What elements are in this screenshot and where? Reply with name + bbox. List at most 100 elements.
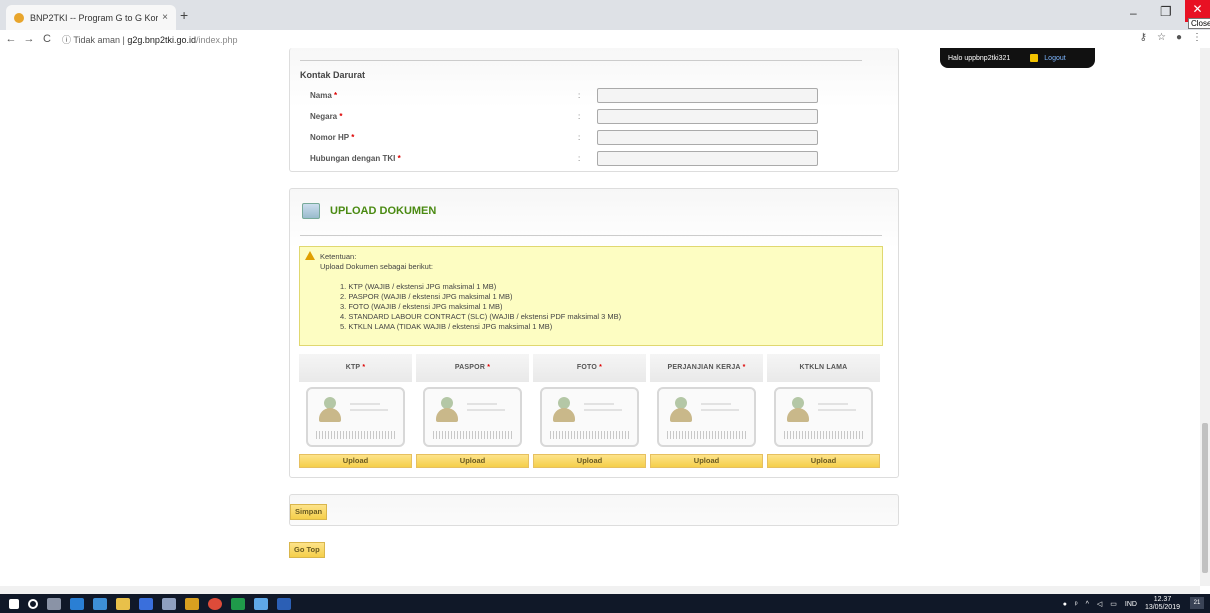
windows-start-icon[interactable] [9,598,19,609]
upload-ktp-button[interactable]: Upload [299,454,412,468]
new-tab-button[interactable]: + [180,7,188,23]
rule-item: 4. STANDARD LABOUR CONTRACT (SLC) (WAJIB… [340,312,622,321]
forward-arrow-icon[interactable]: → [22,33,36,45]
notice-title: Ketentuan: [320,252,357,261]
address-bar: ← → C ⓘ Tidak aman | g2g.bnp2tki.go.id/i… [0,30,1210,48]
column-header: PASPOR * [416,354,529,382]
menu-dots-icon[interactable]: ⋮ [1192,32,1202,43]
user-greeting: Halo uppbnp2tki321 [948,54,1011,62]
doc-column-perjanjian-kerja: PERJANJIAN KERJA * Upload [650,354,763,468]
word-icon[interactable] [277,597,291,610]
language-indicator[interactable]: IND [1125,601,1137,608]
keyboard-icon[interactable]: ▭ [1110,600,1117,608]
go-top-button[interactable]: Go Top [289,542,325,558]
column-header: FOTO * [533,354,646,382]
upload-foto-button[interactable]: Upload [533,454,646,468]
volume-icon[interactable]: ◁ [1097,600,1102,608]
id-card-placeholder-icon [657,387,756,447]
upload-ktkln-lama-button[interactable]: Upload [767,454,880,468]
rule-item: 1. KTP (WAJIB / ekstensi JPG maksimal 1 … [340,282,497,291]
colon: : [578,133,581,142]
people-icon[interactable]: ᵖ [1075,601,1078,608]
back-arrow-icon[interactable]: ← [4,33,18,45]
rule-item: 5. KTKLN LAMA (TIDAK WAJIB / ekstensi JP… [340,322,553,331]
column-header: KTP * [299,354,412,382]
save-panel: Simpan [289,494,899,526]
app-icon[interactable] [185,597,199,610]
url-path: /index.php [195,34,238,45]
colon: : [578,91,581,100]
reload-icon[interactable]: C [40,33,54,45]
nama-input[interactable] [597,88,818,103]
taskbar: ● ᵖ ^ ◁ ▭ IND 12.37 13/05/2019 21 [0,594,1210,613]
id-card-placeholder-icon [540,387,639,447]
close-tooltip: Close [1188,18,1210,29]
maximize-button[interactable]: ❐ [1160,4,1172,20]
minimize-button[interactable]: – [1130,6,1137,20]
search-icon[interactable] [28,598,38,609]
url-field[interactable]: ⓘ Tidak aman | g2g.bnp2tki.go.id/index.p… [62,33,238,46]
form-row-nomor-hp: Nomor HP * : [310,130,890,146]
lock-icon [1030,54,1039,62]
rules-list: 1. KTP (WAJIB / ekstensi JPG maksimal 1 … [340,282,621,332]
notice-subtitle: Upload Dokumen sebagai berikut: [320,262,433,271]
form-row-negara: Negara * : [310,109,890,125]
excel-icon[interactable] [231,597,245,610]
form-row-nama: Nama * : [310,88,890,104]
hubungan-input[interactable] [597,151,818,166]
infinity-app-icon[interactable] [162,597,176,610]
url-host: g2g.bnp2tki.go.id [127,34,196,45]
upload-perjanjian-kerja-button[interactable]: Upload [650,454,763,468]
profile-avatar-icon[interactable]: ● [1176,32,1182,43]
chevron-up-icon[interactable]: ^ [1086,601,1089,608]
field-label: Nama * [310,91,338,100]
edge-icon[interactable] [70,597,84,610]
clock[interactable]: 12.37 13/05/2019 [1145,596,1180,612]
rule-item: 2. PASPOR (WAJIB / ekstensi JPG maksimal… [340,292,513,301]
tab-title: BNP2TKI -- Program G to G Kore [30,12,159,23]
id-card-placeholder-icon [423,387,522,447]
required-mark: * [351,133,355,142]
page-viewport: Halo uppbnp2tki321 Logout Kontak Darurat… [0,48,1200,586]
key-icon[interactable]: ⚷ [1140,32,1147,43]
system-tray: ● ᵖ ^ ◁ ▭ IND 12.37 13/05/2019 [1063,596,1180,612]
doc-column-foto: FOTO * Upload [533,354,646,468]
dropbox-icon[interactable] [139,597,153,610]
upload-dokumen-panel: UPLOAD DOKUMEN Ketentuan: Upload Dokumen… [289,188,899,478]
column-header: KTKLN LAMA [767,354,880,382]
tab-close-icon[interactable]: × [162,12,168,23]
id-card-placeholder-icon [774,387,873,447]
app-icon[interactable] [254,597,268,610]
divider [300,235,882,236]
file-explorer-icon[interactable] [116,597,130,610]
browser-tab[interactable]: BNP2TKI -- Program G to G Kore × [6,5,176,30]
bookmark-star-icon[interactable]: ☆ [1157,32,1166,43]
id-card-icon [302,203,320,219]
browser-tabstrip: BNP2TKI -- Program G to G Kore × + – ❐ ✕… [0,0,1210,30]
clock-time: 12.37 [1153,596,1172,603]
vertical-scrollbar[interactable] [1200,48,1210,586]
store-icon[interactable] [93,597,107,610]
notification-center-icon[interactable]: 21 [1190,597,1204,609]
rule-item: 3. FOTO (WAJIB / ekstensi JPG maksimal 1… [340,302,503,311]
security-status[interactable]: ⓘ Tidak aman [62,35,120,45]
nomor-hp-input[interactable] [597,130,818,145]
horizontal-scrollbar[interactable] [0,586,1200,594]
colon: : [578,154,581,163]
clock-date: 13/05/2019 [1144,604,1180,611]
doc-column-ktkln-lama: KTKLN LAMA Upload [767,354,880,468]
url-separator: | [122,34,125,45]
simpan-button[interactable]: Simpan [290,504,328,520]
kontak-darurat-panel: Kontak Darurat Nama * : Negara * : Nomor… [289,48,899,172]
scroll-thumb[interactable] [1202,423,1208,573]
logout-link[interactable]: Logout [1044,55,1065,62]
tray-app-icon[interactable]: ● [1063,601,1067,608]
negara-input[interactable] [597,109,818,124]
task-view-icon[interactable] [47,597,61,610]
ketentuan-notice: Ketentuan: Upload Dokumen sebagai beriku… [299,246,883,346]
field-label: Negara * [310,112,343,121]
colon: : [578,112,581,121]
chrome-icon[interactable] [208,597,222,610]
upload-paspor-button[interactable]: Upload [416,454,529,468]
id-card-placeholder-icon [306,387,405,447]
